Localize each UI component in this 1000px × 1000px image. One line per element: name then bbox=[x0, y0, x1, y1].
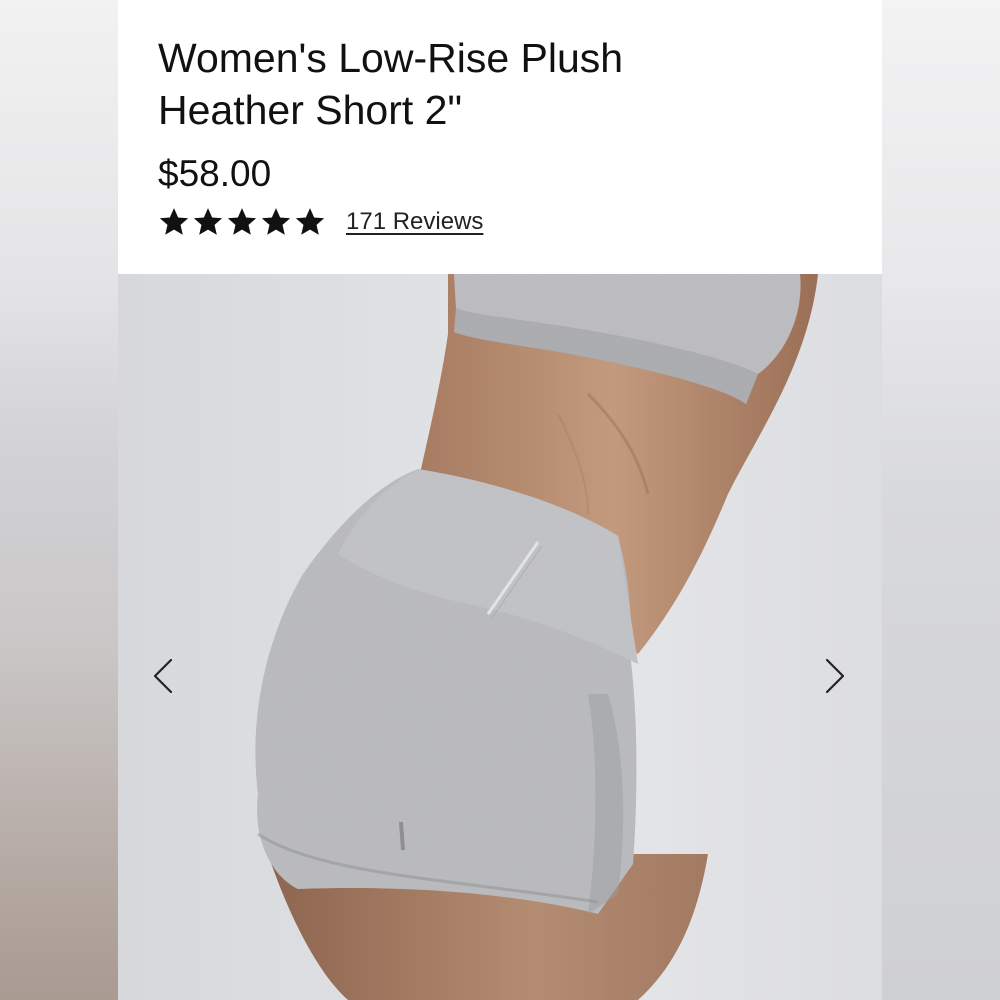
blurred-background-left bbox=[0, 0, 118, 1000]
previous-image-button[interactable] bbox=[143, 652, 183, 700]
product-photo-illustration bbox=[255, 274, 818, 1000]
reviews-link[interactable]: 171 Reviews bbox=[346, 208, 483, 236]
star-icon bbox=[192, 206, 224, 238]
blurred-background-right bbox=[882, 0, 1000, 1000]
product-title-line-2: Heather Short 2" bbox=[158, 87, 462, 133]
star-icon bbox=[260, 206, 292, 238]
next-image-button[interactable] bbox=[815, 652, 855, 700]
product-title: Women's Low-Rise Plush Heather Short 2" bbox=[158, 32, 838, 136]
star-icon bbox=[294, 206, 326, 238]
product-card: Women's Low-Rise Plush Heather Short 2" … bbox=[118, 0, 882, 1000]
product-info: Women's Low-Rise Plush Heather Short 2" … bbox=[118, 0, 882, 274]
chevron-right-icon bbox=[825, 658, 845, 694]
product-image bbox=[118, 274, 882, 1000]
star-icon bbox=[226, 206, 258, 238]
product-title-line-1: Women's Low-Rise Plush bbox=[158, 35, 624, 81]
star-icon bbox=[158, 206, 190, 238]
star-rating bbox=[158, 206, 326, 238]
chevron-left-icon bbox=[153, 658, 173, 694]
product-price: $58.00 bbox=[158, 153, 272, 194]
product-rating: 171 Reviews bbox=[158, 204, 483, 240]
